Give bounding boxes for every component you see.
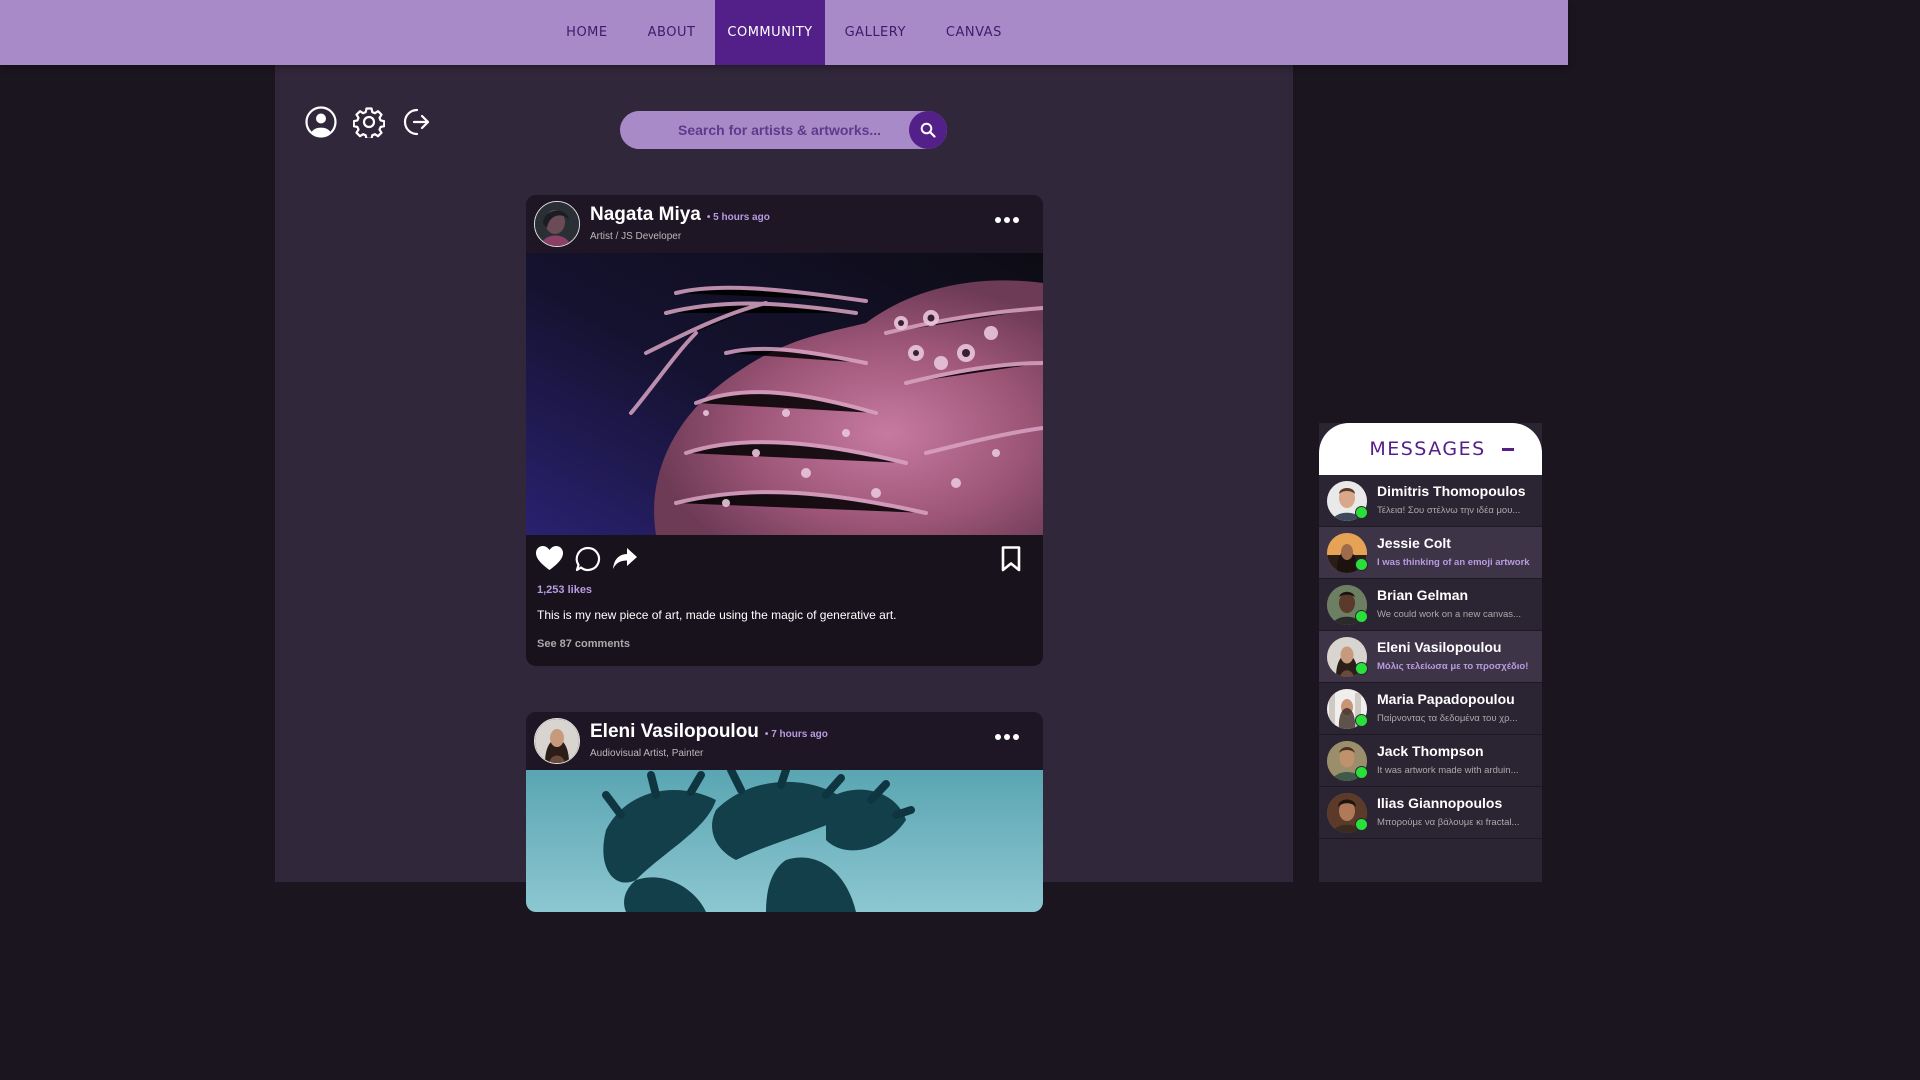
message-preview: Τέλεια! Σου στέλνω την ιδέα μου...: [1377, 505, 1521, 516]
online-status-indicator: [1355, 818, 1368, 831]
like-count[interactable]: 1,253 likes: [537, 584, 592, 596]
message-preview: Μπορούμε να βάλουμε κι fractal...: [1377, 817, 1520, 828]
nav-canvas[interactable]: CANVAS: [926, 0, 1022, 65]
post-time: • 5 hours ago: [706, 212, 770, 223]
search-icon: [920, 122, 936, 138]
conversation-item[interactable]: Jessie Colt I was thinking of an emoji a…: [1319, 527, 1542, 579]
post-author-line: Nagata Miya • 5 hours ago: [590, 204, 770, 226]
post-card: Nagata Miya • 5 hours ago Artist / JS Dev…: [526, 195, 1043, 666]
post-author-line: Eleni Vasilopoulou • 7 hours ago: [590, 721, 828, 743]
contact-name: Ilias Giannopoulos: [1377, 795, 1503, 811]
post-header: Nagata Miya • 5 hours ago Artist / JS Dev…: [526, 195, 1043, 253]
more-options-button[interactable]: [995, 217, 1019, 223]
settings-gear-icon[interactable]: [353, 105, 385, 139]
nav-home[interactable]: HOME: [546, 0, 627, 65]
message-preview: Παίρνοντας τα δεδομένα του χρ...: [1377, 713, 1518, 724]
contact-name: Maria Papadopoulou: [1377, 691, 1515, 707]
post-author-role: Audiovisual Artist, Painter: [590, 748, 704, 759]
post-actions: [526, 535, 1043, 583]
post-artwork-image[interactable]: [526, 253, 1043, 535]
conversation-item[interactable]: Eleni Vasilopoulou Μόλις τελείωσα με το …: [1319, 631, 1542, 683]
share-arrow-icon[interactable]: [613, 548, 637, 570]
post-header: Eleni Vasilopoulou • 7 hours ago Audiovis…: [526, 712, 1043, 770]
post-author-name[interactable]: Nagata Miya: [590, 204, 701, 225]
post-caption: This is my new piece of art, made using …: [537, 608, 897, 622]
online-status-indicator: [1355, 714, 1368, 727]
author-avatar[interactable]: [534, 201, 580, 247]
conversation-item[interactable]: Jack Thompson It was artwork made with a…: [1319, 735, 1542, 787]
nav-community[interactable]: COMMUNITY: [715, 0, 825, 65]
author-avatar[interactable]: [534, 718, 580, 764]
search-input[interactable]: [620, 110, 909, 150]
online-status-indicator: [1355, 766, 1368, 779]
online-status-indicator: [1355, 506, 1368, 519]
contact-name: Brian Gelman: [1377, 587, 1469, 603]
comment-bubble-icon[interactable]: [575, 546, 601, 572]
message-preview: We could work on a new canvas...: [1377, 609, 1521, 620]
message-preview: I was thinking of an emoji artwork: [1377, 557, 1530, 568]
message-preview: Μόλις τελείωσα με το προσχέδιο!: [1377, 661, 1529, 672]
online-status-indicator: [1355, 610, 1368, 623]
post-artwork-image[interactable]: [526, 770, 1043, 912]
like-heart-icon[interactable]: [536, 546, 563, 571]
online-status-indicator: [1355, 558, 1368, 571]
messages-panel: MESSAGES Dimitris Thomopoulos Τέλεια! Σο…: [1319, 423, 1542, 882]
user-toolbar: [305, 105, 433, 139]
search-bar: [620, 110, 947, 150]
conversation-item[interactable]: Brian Gelman We could work on a new canv…: [1319, 579, 1542, 631]
post-card: Eleni Vasilopoulou • 7 hours ago Audiovis…: [526, 712, 1043, 912]
more-options-button[interactable]: [995, 734, 1019, 740]
contact-name: Dimitris Thomopoulos: [1377, 483, 1526, 499]
online-status-indicator: [1355, 662, 1368, 675]
post-author-role: Artist / JS Developer: [590, 231, 682, 242]
bookmark-icon[interactable]: [1001, 546, 1021, 572]
messages-title: MESSAGES: [1369, 438, 1486, 460]
top-navigation: HOME ABOUT COMMUNITY GALLERY CANVAS: [0, 0, 1568, 65]
see-comments-link[interactable]: See 87 comments: [537, 638, 630, 650]
messages-header[interactable]: MESSAGES: [1319, 423, 1542, 475]
minimize-icon[interactable]: [1502, 448, 1514, 451]
conversation-item[interactable]: Maria Papadopoulou Παίρνοντας τα δεδομέν…: [1319, 683, 1542, 735]
main-feed: Nagata Miya • 5 hours ago Artist / JS Dev…: [275, 65, 1293, 912]
nav-about[interactable]: ABOUT: [628, 0, 716, 65]
conversation-item[interactable]: Ilias Giannopoulos Μπορούμε να βάλουμε κ…: [1319, 787, 1542, 839]
user-profile-icon[interactable]: [305, 105, 337, 139]
contact-name: Eleni Vasilopoulou: [1377, 639, 1502, 655]
post-time: • 7 hours ago: [764, 729, 828, 740]
post-author-name[interactable]: Eleni Vasilopoulou: [590, 721, 759, 742]
nav-gallery[interactable]: GALLERY: [825, 0, 926, 65]
search-button[interactable]: [909, 111, 947, 149]
contact-name: Jessie Colt: [1377, 535, 1451, 551]
logout-icon[interactable]: [401, 105, 433, 139]
contact-name: Jack Thompson: [1377, 743, 1484, 759]
message-preview: It was artwork made with arduin...: [1377, 765, 1519, 776]
conversation-item[interactable]: Dimitris Thomopoulos Τέλεια! Σου στέλνω …: [1319, 475, 1542, 527]
